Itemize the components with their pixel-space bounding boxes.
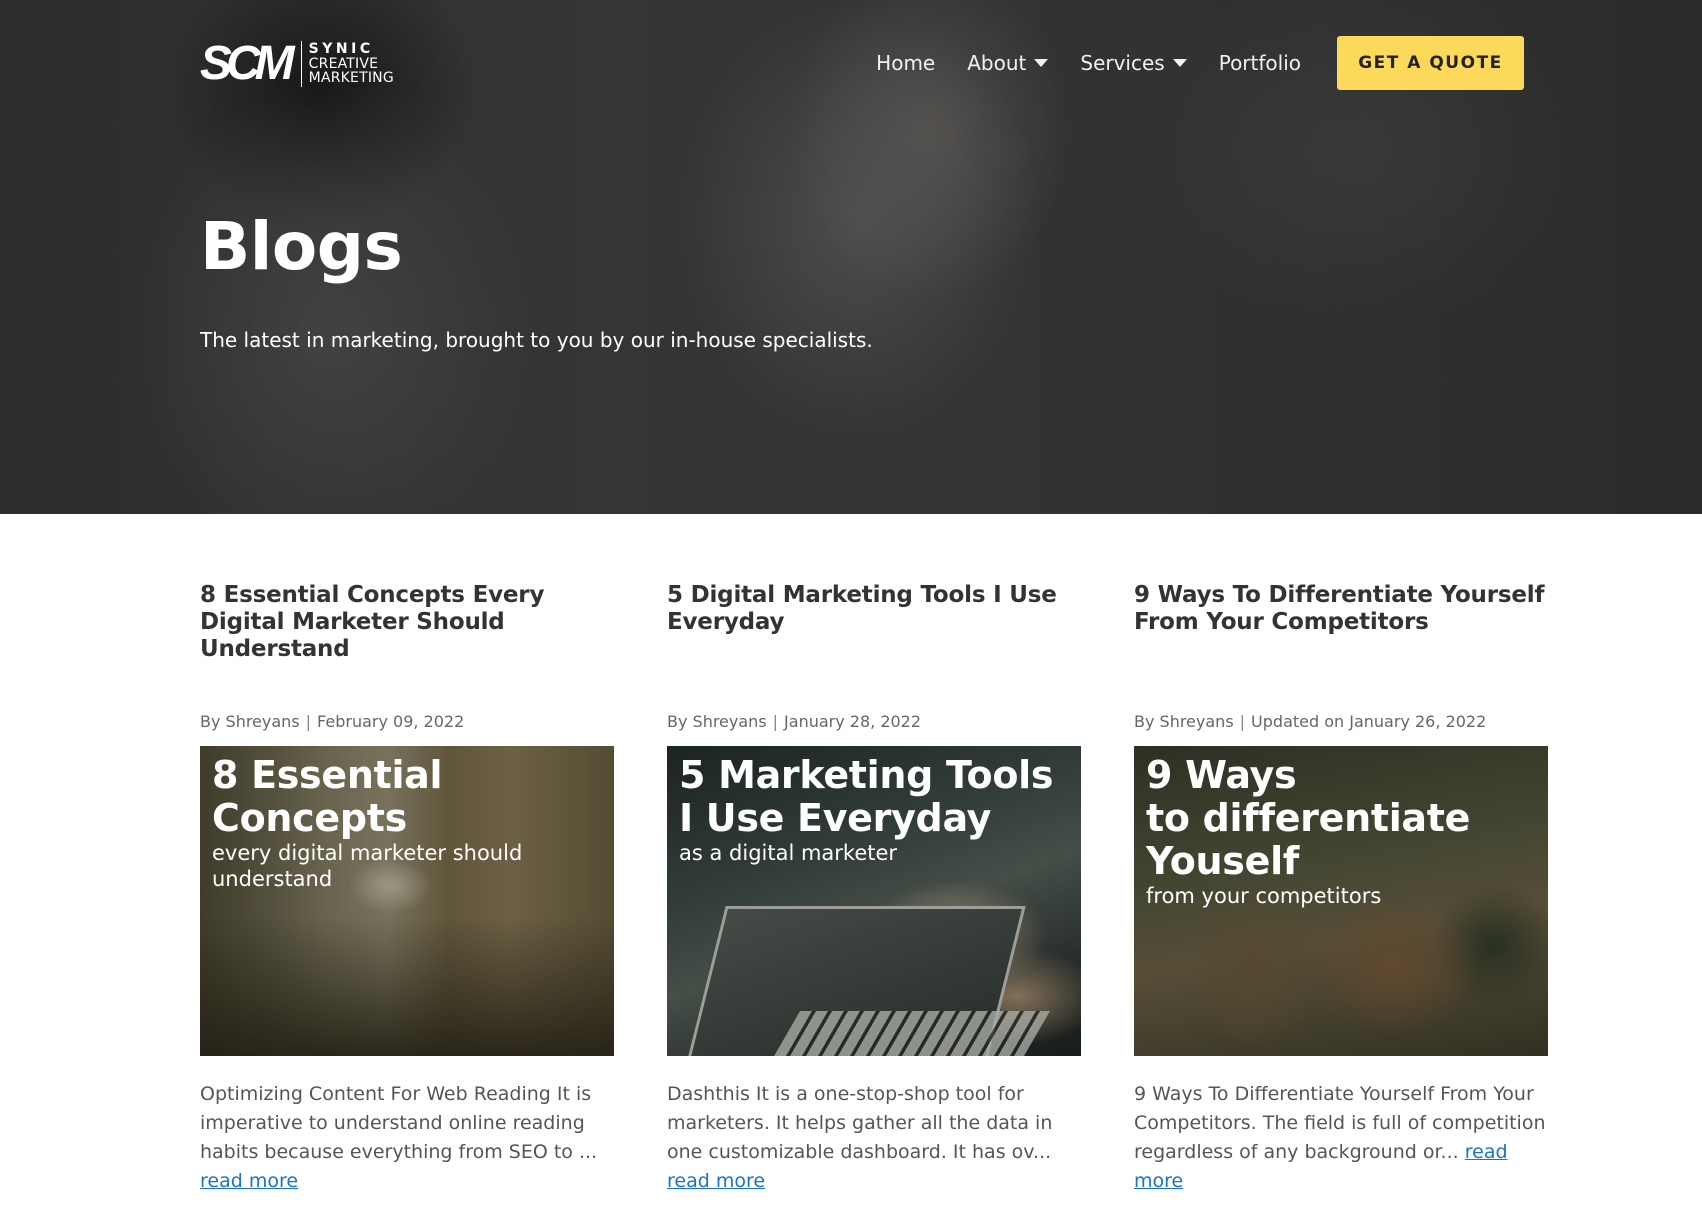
blog-card-author: By Shreyans (667, 712, 767, 731)
blog-card-date: January 28, 2022 (784, 712, 922, 731)
blog-card-excerpt: 9 Ways To Differentiate Yourself From Yo… (1134, 1080, 1548, 1196)
blog-card-date: Updated on January 26, 2022 (1251, 712, 1487, 731)
logo-line-marketing: MARKETING (308, 70, 394, 87)
blog-card-title[interactable]: 9 Ways To Differentiate Yourself From Yo… (1134, 582, 1548, 636)
image-caption: 9 Ways to differentiate Youself from you… (1146, 754, 1548, 909)
image-caption: 8 Essential Concepts every digital marke… (212, 754, 614, 892)
image-caption-subtitle: every digital marketer should understand (212, 841, 523, 891)
blog-card-excerpt-text: Dashthis It is a one-stop-shop tool for … (667, 1083, 1053, 1163)
nav-services-label: Services (1080, 51, 1165, 75)
nav-portfolio[interactable]: Portfolio (1219, 51, 1301, 75)
get-a-quote-button[interactable]: GET A QUOTE (1337, 36, 1524, 90)
image-caption-subtitle: from your competitors (1146, 884, 1382, 908)
blog-card-title[interactable]: 8 Essential Concepts Every Digital Marke… (200, 582, 614, 662)
main-nav: Home About Services Portfolio GET A QUOT… (876, 36, 1524, 90)
hero-banner: SCM SYNIC CREATIVE MARKETING Home About … (0, 0, 1702, 514)
nav-about[interactable]: About (967, 51, 1049, 75)
blog-card-excerpt-text: Optimizing Content For Web Reading It is… (200, 1083, 598, 1163)
read-more-link[interactable]: read more (200, 1170, 298, 1192)
image-caption-title-line2: I Use Everyday (679, 796, 992, 840)
image-caption-title-line1: 5 Marketing Tools (679, 753, 1054, 797)
nav-services[interactable]: Services (1080, 51, 1187, 75)
image-caption-subtitle: as a digital marketer (679, 841, 898, 865)
logo-divider (300, 41, 302, 87)
site-logo[interactable]: SCM SYNIC CREATIVE MARKETING (200, 40, 394, 88)
blog-card-meta: By Shreyans | Updated on January 26, 2022 (1134, 712, 1486, 731)
blog-card-excerpt: Optimizing Content For Web Reading It is… (200, 1080, 614, 1196)
read-more-link[interactable]: read more (667, 1170, 765, 1192)
image-caption-title: 8 Essential Concepts (212, 753, 443, 840)
blog-card-image[interactable]: 8 Essential Concepts every digital marke… (200, 746, 614, 1056)
blog-card: 9 Ways To Differentiate Yourself From Yo… (1134, 582, 1548, 1192)
nav-home-label: Home (876, 51, 936, 75)
meta-separator: | (772, 712, 779, 731)
logo-line-creative: CREATIVE (308, 55, 379, 72)
image-caption: 5 Marketing Tools I Use Everyday as a di… (679, 753, 1054, 866)
image-caption-title-line2: to differentiate Youself (1146, 796, 1471, 883)
blog-card-title[interactable]: 5 Digital Marketing Tools I Use Everyday (667, 582, 1081, 636)
image-caption-title-line1: 9 Ways (1146, 753, 1297, 797)
logo-text: SYNIC CREATIVE MARKETING (309, 42, 394, 86)
chevron-down-icon (1172, 59, 1187, 67)
page-title: Blogs (200, 208, 403, 285)
blog-card: 5 Digital Marketing Tools I Use Everyday… (667, 582, 1081, 1192)
blog-card-image[interactable]: 5 Marketing Tools I Use Everyday as a di… (667, 746, 1081, 1056)
chevron-down-icon (1034, 59, 1049, 67)
blog-card-author: By Shreyans (200, 712, 300, 731)
nav-portfolio-label: Portfolio (1218, 51, 1301, 75)
meta-separator: | (1239, 712, 1246, 731)
page-subtitle: The latest in marketing, brought to you … (200, 328, 873, 352)
logo-mark: SCM (200, 37, 295, 90)
nav-about-label: About (967, 51, 1027, 75)
blog-card-author: By Shreyans (1134, 712, 1234, 731)
logo-line-synic: SYNIC (308, 40, 374, 57)
blog-card-image[interactable]: 9 Ways to differentiate Youself from you… (1134, 746, 1548, 1056)
meta-separator: | (305, 712, 312, 731)
blog-card-date: February 09, 2022 (317, 712, 465, 731)
blog-card: 8 Essential Concepts Every Digital Marke… (200, 582, 614, 1192)
blog-card-meta: By Shreyans | February 09, 2022 (200, 712, 464, 731)
nav-home[interactable]: Home (876, 51, 935, 75)
blog-card-excerpt: Dashthis It is a one-stop-shop tool for … (667, 1080, 1081, 1196)
blog-card-meta: By Shreyans | January 28, 2022 (667, 712, 921, 731)
